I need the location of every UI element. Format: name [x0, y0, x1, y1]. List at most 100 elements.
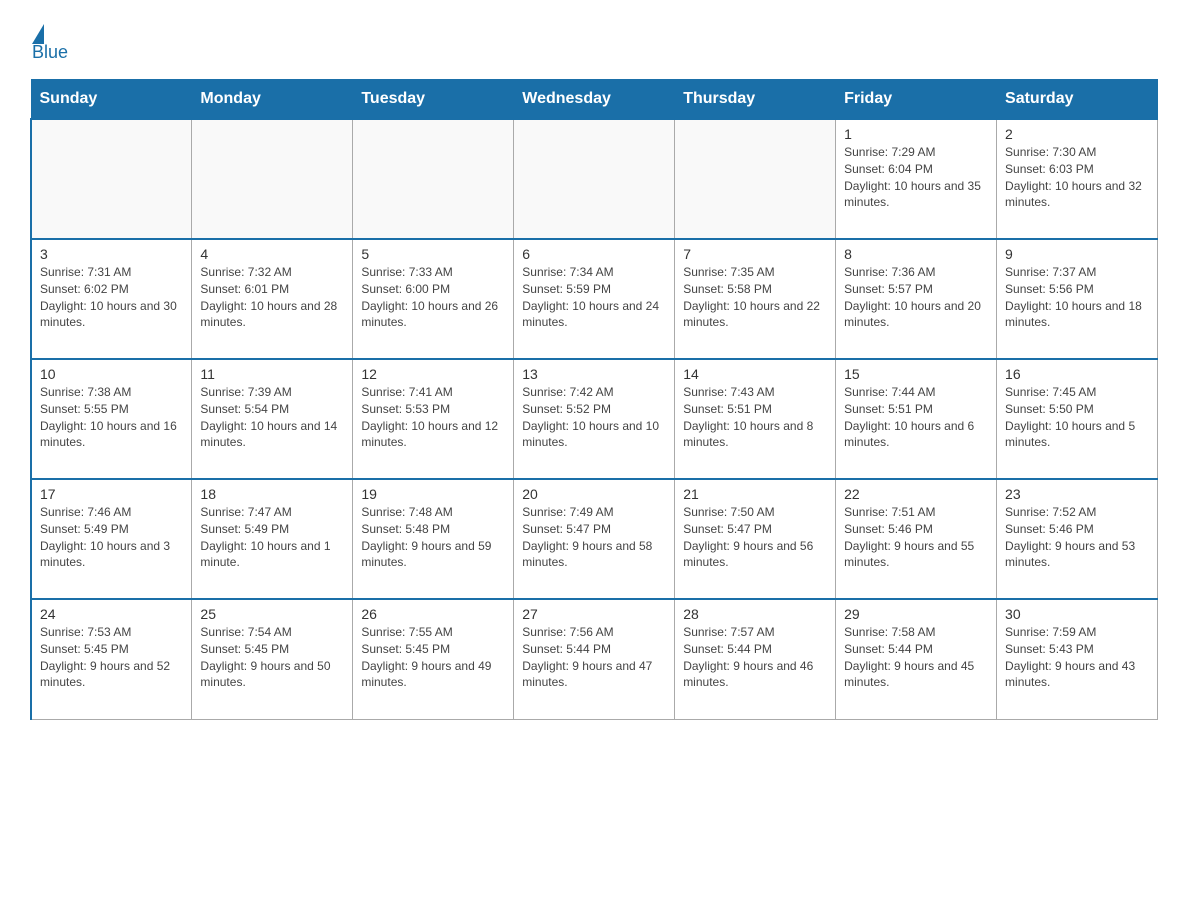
calendar-cell: 18Sunrise: 7:47 AM Sunset: 5:49 PM Dayli…: [192, 479, 353, 599]
calendar-cell: [675, 119, 836, 239]
day-number: 21: [683, 486, 827, 502]
calendar-cell: 12 Sunrise: 7:41 AM Sunset: 5:53 PM Dayli…: [353, 359, 514, 479]
day-info: Sunrise: 7:59 AM Sunset: 5:43 PM Dayligh…: [1005, 624, 1149, 691]
day-number: 25: [200, 606, 344, 622]
header-tuesday: Tuesday: [353, 80, 514, 120]
week-row-5: 24 Sunrise: 7:53 AM Sunset: 5:45 PM Dayli…: [31, 599, 1158, 719]
day-info: Sunrise: 7:46 AM Sunset: 5:49 PM Dayligh…: [40, 504, 183, 571]
day-number: 23: [1005, 486, 1149, 502]
day-info: Sunrise: 7:42 AM Sunset: 5:52 PM Dayligh…: [522, 384, 666, 451]
day-info: Sunrise: 7:41 AM Sunset: 5:53 PM Dayligh…: [361, 384, 505, 451]
day-number: 1: [844, 126, 988, 142]
calendar-cell: [353, 119, 514, 239]
day-info: Sunrise: 7:36 AM Sunset: 5:57 PM Dayligh…: [844, 264, 988, 331]
day-number: 5: [361, 246, 505, 262]
day-info: Sunrise: 7:54 AM Sunset: 5:45 PM Dayligh…: [200, 624, 344, 691]
calendar-cell: 29Sunrise: 7:58 AM Sunset: 5:44 PM Dayli…: [836, 599, 997, 719]
calendar-cell: 27 Sunrise: 7:56 AM Sunset: 5:44 PM Dayli…: [514, 599, 675, 719]
day-number: 24: [40, 606, 183, 622]
day-info: Sunrise: 7:37 AM Sunset: 5:56 PM Dayligh…: [1005, 264, 1149, 331]
calendar-cell: 23Sunrise: 7:52 AM Sunset: 5:46 PM Dayli…: [997, 479, 1158, 599]
logo-triangle-icon: [32, 24, 44, 44]
weekday-header-row: Sunday Monday Tuesday Wednesday Thursday…: [31, 80, 1158, 120]
calendar-cell: 21 Sunrise: 7:50 AM Sunset: 5:47 PM Dayli…: [675, 479, 836, 599]
day-number: 27: [522, 606, 666, 622]
calendar-cell: 25 Sunrise: 7:54 AM Sunset: 5:45 PM Dayli…: [192, 599, 353, 719]
calendar-cell: [31, 119, 192, 239]
day-info: Sunrise: 7:49 AM Sunset: 5:47 PM Dayligh…: [522, 504, 666, 571]
header-monday: Monday: [192, 80, 353, 120]
day-info: Sunrise: 7:33 AM Sunset: 6:00 PM Dayligh…: [361, 264, 505, 331]
day-number: 7: [683, 246, 827, 262]
day-info: Sunrise: 7:38 AM Sunset: 5:55 PM Dayligh…: [40, 384, 183, 451]
day-info: Sunrise: 7:55 AM Sunset: 5:45 PM Dayligh…: [361, 624, 505, 691]
calendar-cell: 2 Sunrise: 7:30 AM Sunset: 6:03 PM Daylig…: [997, 119, 1158, 239]
calendar-cell: 9 Sunrise: 7:37 AM Sunset: 5:56 PM Daylig…: [997, 239, 1158, 359]
day-number: 4: [200, 246, 344, 262]
logo: Blue: [30, 20, 68, 63]
day-number: 6: [522, 246, 666, 262]
calendar-cell: 13Sunrise: 7:42 AM Sunset: 5:52 PM Dayli…: [514, 359, 675, 479]
calendar-cell: 10 Sunrise: 7:38 AM Sunset: 5:55 PM Dayli…: [31, 359, 192, 479]
day-info: Sunrise: 7:51 AM Sunset: 5:46 PM Dayligh…: [844, 504, 988, 571]
day-number: 12: [361, 366, 505, 382]
day-info: Sunrise: 7:30 AM Sunset: 6:03 PM Dayligh…: [1005, 144, 1149, 211]
calendar-cell: 19 Sunrise: 7:48 AM Sunset: 5:48 PM Dayli…: [353, 479, 514, 599]
day-info: Sunrise: 7:47 AM Sunset: 5:49 PM Dayligh…: [200, 504, 344, 571]
day-number: 14: [683, 366, 827, 382]
day-number: 2: [1005, 126, 1149, 142]
calendar-cell: 26 Sunrise: 7:55 AM Sunset: 5:45 PM Dayli…: [353, 599, 514, 719]
day-number: 22: [844, 486, 988, 502]
day-info: Sunrise: 7:56 AM Sunset: 5:44 PM Dayligh…: [522, 624, 666, 691]
calendar-cell: 14Sunrise: 7:43 AM Sunset: 5:51 PM Dayli…: [675, 359, 836, 479]
week-row-1: 1 Sunrise: 7:29 AM Sunset: 6:04 PM Daylig…: [31, 119, 1158, 239]
calendar-cell: [192, 119, 353, 239]
logo-subtitle: Blue: [32, 42, 68, 63]
day-number: 26: [361, 606, 505, 622]
day-number: 11: [200, 366, 344, 382]
day-info: Sunrise: 7:48 AM Sunset: 5:48 PM Dayligh…: [361, 504, 505, 571]
calendar-cell: 16 Sunrise: 7:45 AM Sunset: 5:50 PM Dayli…: [997, 359, 1158, 479]
header-friday: Friday: [836, 80, 997, 120]
day-number: 10: [40, 366, 183, 382]
day-number: 9: [1005, 246, 1149, 262]
day-info: Sunrise: 7:50 AM Sunset: 5:47 PM Dayligh…: [683, 504, 827, 571]
header-thursday: Thursday: [675, 80, 836, 120]
calendar-cell: 28 Sunrise: 7:57 AM Sunset: 5:44 PM Dayli…: [675, 599, 836, 719]
day-number: 20: [522, 486, 666, 502]
day-info: Sunrise: 7:57 AM Sunset: 5:44 PM Dayligh…: [683, 624, 827, 691]
calendar-table: Sunday Monday Tuesday Wednesday Thursday…: [30, 79, 1158, 720]
day-info: Sunrise: 7:53 AM Sunset: 5:45 PM Dayligh…: [40, 624, 183, 691]
calendar-cell: 20 Sunrise: 7:49 AM Sunset: 5:47 PM Dayli…: [514, 479, 675, 599]
day-info: Sunrise: 7:35 AM Sunset: 5:58 PM Dayligh…: [683, 264, 827, 331]
day-info: Sunrise: 7:45 AM Sunset: 5:50 PM Dayligh…: [1005, 384, 1149, 451]
calendar-cell: 22 Sunrise: 7:51 AM Sunset: 5:46 PM Dayli…: [836, 479, 997, 599]
day-info: Sunrise: 7:32 AM Sunset: 6:01 PM Dayligh…: [200, 264, 344, 331]
day-info: Sunrise: 7:58 AM Sunset: 5:44 PM Dayligh…: [844, 624, 988, 691]
week-row-3: 10 Sunrise: 7:38 AM Sunset: 5:55 PM Dayli…: [31, 359, 1158, 479]
calendar-cell: [514, 119, 675, 239]
calendar-cell: 15Sunrise: 7:44 AM Sunset: 5:51 PM Dayli…: [836, 359, 997, 479]
day-info: Sunrise: 7:44 AM Sunset: 5:51 PM Dayligh…: [844, 384, 988, 451]
page-header: Blue: [30, 20, 1158, 63]
day-number: 16: [1005, 366, 1149, 382]
day-number: 8: [844, 246, 988, 262]
day-number: 19: [361, 486, 505, 502]
day-number: 3: [40, 246, 183, 262]
day-info: Sunrise: 7:29 AM Sunset: 6:04 PM Dayligh…: [844, 144, 988, 211]
calendar-cell: 6 Sunrise: 7:34 AM Sunset: 5:59 PM Daylig…: [514, 239, 675, 359]
day-info: Sunrise: 7:34 AM Sunset: 5:59 PM Dayligh…: [522, 264, 666, 331]
calendar-cell: 8 Sunrise: 7:36 AM Sunset: 5:57 PM Daylig…: [836, 239, 997, 359]
week-row-4: 17Sunrise: 7:46 AM Sunset: 5:49 PM Dayli…: [31, 479, 1158, 599]
calendar-cell: 7 Sunrise: 7:35 AM Sunset: 5:58 PM Daylig…: [675, 239, 836, 359]
day-info: Sunrise: 7:39 AM Sunset: 5:54 PM Dayligh…: [200, 384, 344, 451]
day-info: Sunrise: 7:31 AM Sunset: 6:02 PM Dayligh…: [40, 264, 183, 331]
header-wednesday: Wednesday: [514, 80, 675, 120]
day-number: 28: [683, 606, 827, 622]
calendar-cell: 30 Sunrise: 7:59 AM Sunset: 5:43 PM Dayli…: [997, 599, 1158, 719]
day-number: 30: [1005, 606, 1149, 622]
calendar-cell: 4 Sunrise: 7:32 AM Sunset: 6:01 PM Daylig…: [192, 239, 353, 359]
week-row-2: 3 Sunrise: 7:31 AM Sunset: 6:02 PM Daylig…: [31, 239, 1158, 359]
header-saturday: Saturday: [997, 80, 1158, 120]
calendar-cell: 24 Sunrise: 7:53 AM Sunset: 5:45 PM Dayli…: [31, 599, 192, 719]
